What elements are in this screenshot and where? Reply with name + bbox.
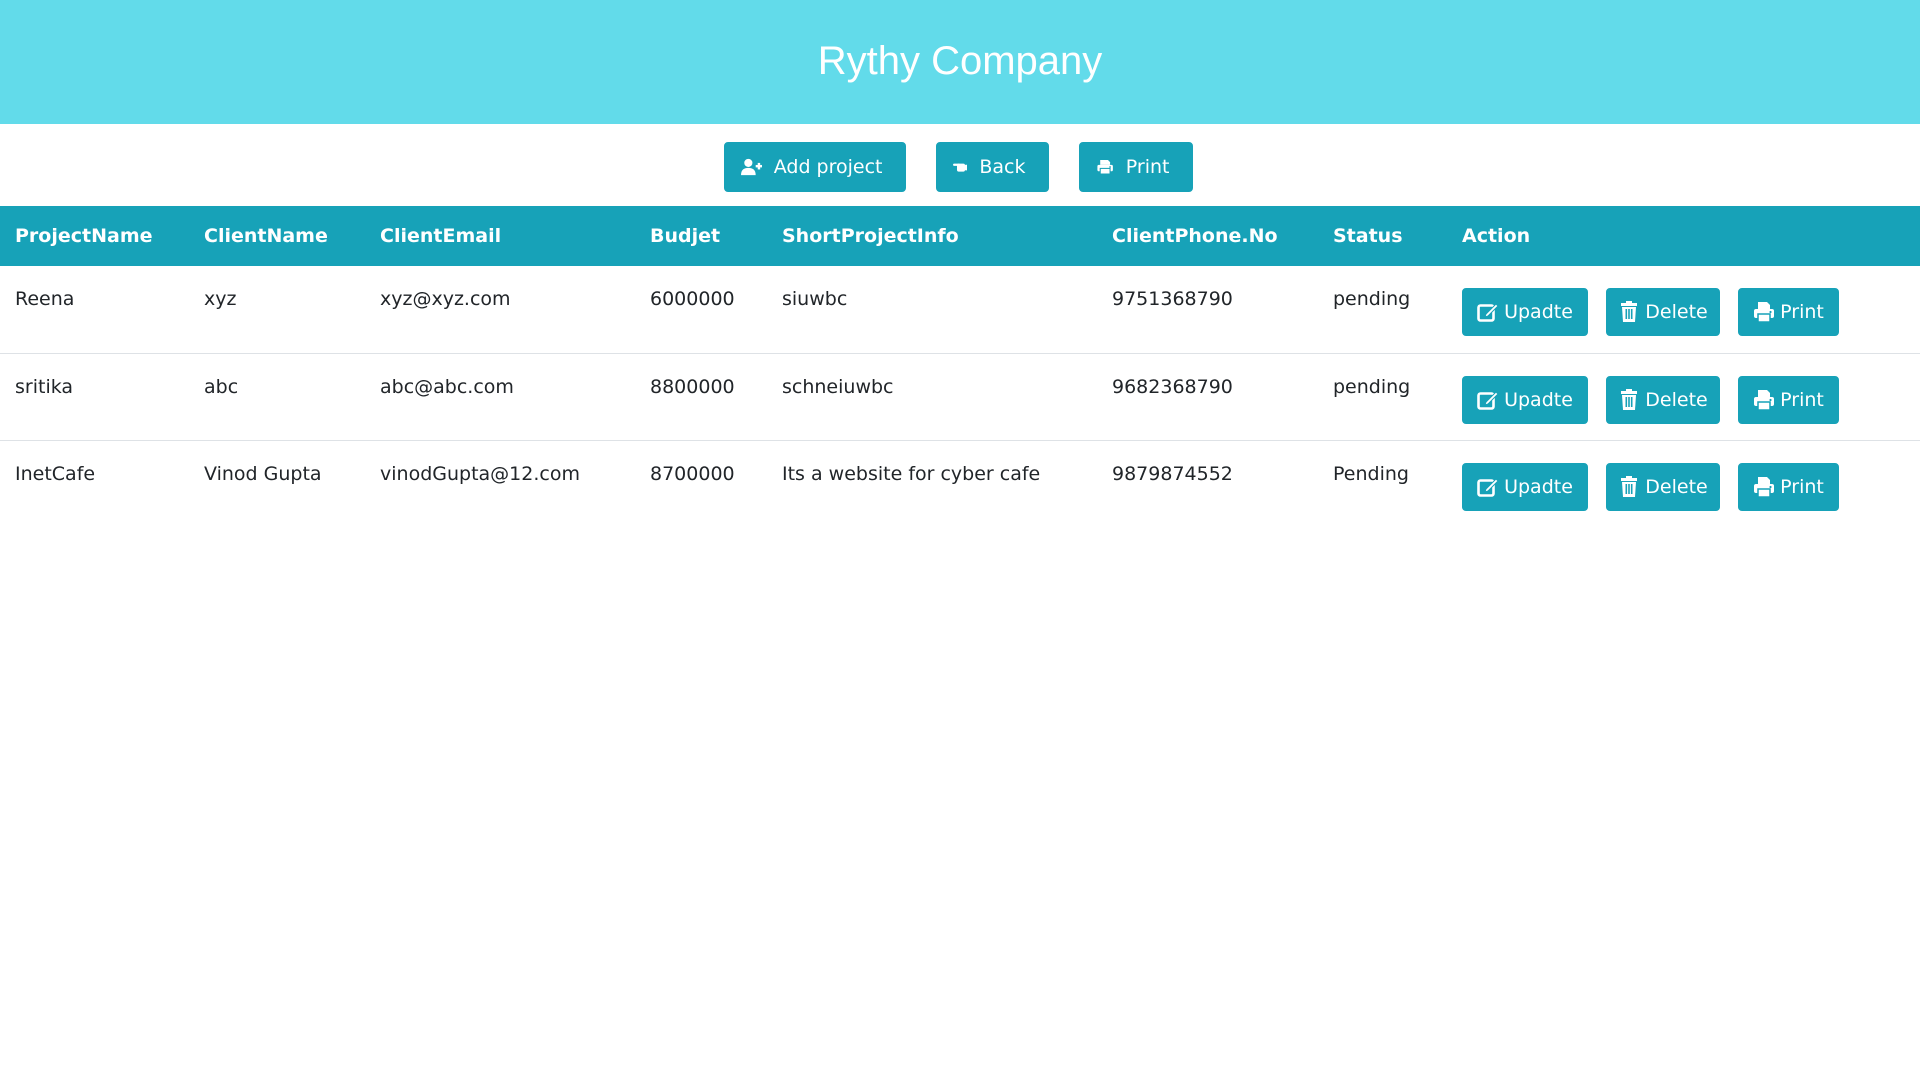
delete-button[interactable]: Delete (1606, 288, 1720, 336)
column-header: Action (1462, 225, 1531, 247)
print-label: Print (1780, 388, 1824, 411)
phone-cell: 9879874552 (1112, 462, 1233, 485)
phone-cell: 9751368790 (1112, 288, 1233, 310)
trash-icon (1621, 388, 1638, 410)
column-header: ClientPhone.No (1112, 225, 1278, 247)
print-row-button[interactable]: Print (1738, 375, 1839, 424)
project-name-cell: InetCafe (15, 462, 96, 485)
table-row: Reena xyz xyz@xyz.com 6000000 siuwbc 975… (0, 266, 1920, 353)
back-button[interactable]: Back (935, 141, 1049, 192)
print-label: Print (1780, 301, 1824, 323)
update-label: Upadte (1504, 301, 1573, 323)
table-header-row: ProjectName ClientName ClientEmail Budje… (0, 206, 1920, 266)
budget-cell: 8700000 (650, 462, 735, 485)
status-cell: Pending (1333, 462, 1409, 485)
delete-button[interactable]: Delete (1606, 375, 1720, 424)
edit-icon (1477, 303, 1499, 322)
project-name-cell: Reena (15, 288, 75, 310)
status-cell: pending (1333, 375, 1411, 398)
user-plus-icon (740, 158, 762, 175)
actions-cell: Upadte Delete Print (1447, 266, 1920, 353)
projects-table: ProjectName ClientName ClientEmail Budje… (0, 206, 1920, 527)
update-label: Upadte (1504, 388, 1573, 411)
client-email-cell: xyz@xyz.com (380, 288, 511, 310)
project-name-cell: sritika (15, 375, 74, 398)
client-email-cell: vinodGupta@12.com (380, 462, 580, 485)
column-header: Budjet (650, 225, 721, 247)
print-button[interactable]: Print (1078, 141, 1193, 192)
add-project-button[interactable]: Add project (723, 141, 906, 192)
actions-cell: Upadte Delete Print (1447, 440, 1920, 527)
edit-icon (1477, 477, 1499, 497)
column-header: ClientEmail (380, 225, 502, 247)
print-icon (1754, 302, 1775, 323)
delete-button[interactable]: Delete (1606, 462, 1720, 511)
actions-cell: Upadte Delete Print (1447, 353, 1920, 440)
budget-cell: 6000000 (650, 288, 735, 310)
print-label: Print (1780, 475, 1824, 498)
delete-label: Delete (1645, 301, 1708, 323)
update-button[interactable]: Upadte (1462, 462, 1588, 511)
phone-cell: 9682368790 (1112, 375, 1233, 398)
trash-icon (1621, 301, 1638, 322)
status-cell: pending (1333, 288, 1411, 310)
table-row: sritika abc abc@abc.com 8800000 schneiuw… (0, 353, 1920, 440)
print-label: Print (1125, 155, 1170, 178)
print-row-button[interactable]: Print (1738, 462, 1839, 511)
update-button[interactable]: Upadte (1462, 375, 1588, 424)
trash-icon (1621, 475, 1638, 497)
client-name-cell: xyz (204, 288, 237, 310)
toolbar: Add project Back Print (0, 124, 1918, 206)
table-row: InetCafe Vinod Gupta vinodGupta@12.com 8… (0, 440, 1920, 527)
print-row-button[interactable]: Print (1738, 288, 1839, 336)
column-header: ProjectName (15, 225, 153, 247)
client-email-cell: abc@abc.com (380, 375, 514, 398)
print-icon (1754, 389, 1775, 411)
client-name-cell: Vinod Gupta (204, 462, 322, 485)
project-info-cell: schneiuwbc (782, 375, 894, 398)
column-header: Status (1333, 225, 1403, 247)
project-info-cell: Its a website for cyber cafe (782, 462, 1041, 485)
budget-cell: 8800000 (650, 375, 735, 398)
project-info-cell: siuwbc (782, 288, 848, 310)
add-project-label: Add project (773, 155, 883, 178)
edit-icon (1477, 390, 1499, 410)
column-header: ShortProjectInfo (782, 225, 959, 247)
client-name-cell: abc (204, 375, 239, 398)
delete-label: Delete (1645, 475, 1708, 498)
back-label: Back (979, 155, 1026, 178)
update-label: Upadte (1504, 475, 1573, 498)
hand-point-left-icon (952, 163, 967, 172)
column-header: ClientName (204, 225, 328, 247)
delete-label: Delete (1645, 388, 1708, 411)
page-header: Rythy Company (0, 0, 1920, 124)
page-title: Rythy Company (817, 38, 1103, 83)
print-icon (1754, 476, 1775, 498)
print-icon (1096, 159, 1113, 175)
update-button[interactable]: Upadte (1462, 288, 1588, 336)
